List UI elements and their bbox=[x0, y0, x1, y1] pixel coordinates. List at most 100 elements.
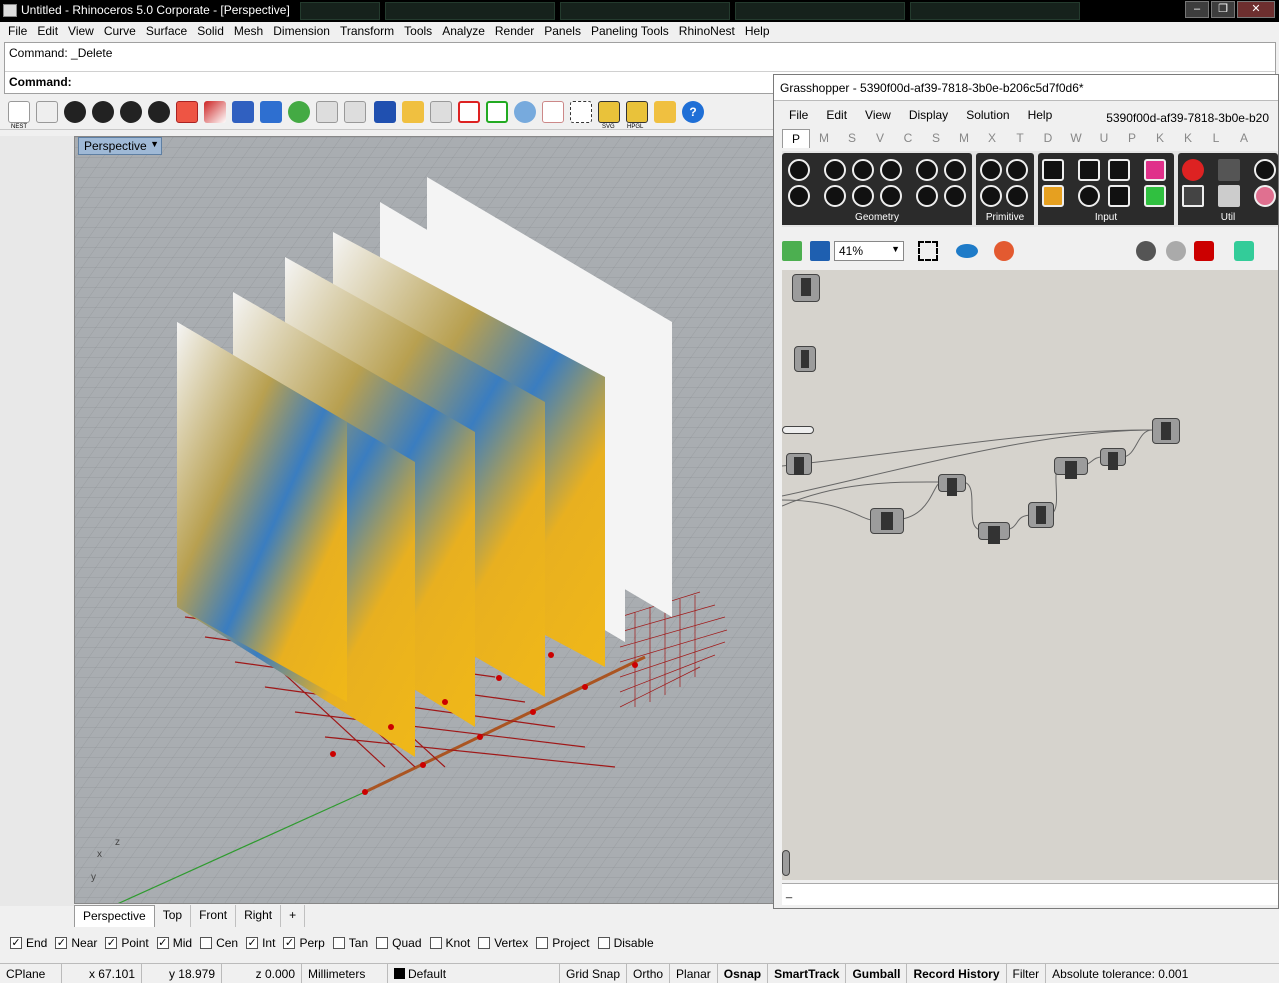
menu-panels[interactable]: Panels bbox=[539, 22, 586, 41]
gh-menu-display[interactable]: Display bbox=[900, 105, 957, 127]
gh-component[interactable] bbox=[1100, 448, 1126, 470]
filter-toggle[interactable]: Filter bbox=[1007, 964, 1047, 983]
checkbox-icon[interactable] bbox=[332, 937, 345, 949]
menu-view[interactable]: View bbox=[63, 22, 99, 41]
gh-tab-k1[interactable]: K bbox=[1146, 129, 1174, 148]
osnap-perp[interactable]: ✓ Perp bbox=[283, 936, 325, 950]
checkbox-icon[interactable]: ✓ bbox=[10, 937, 22, 949]
integer-param-icon[interactable] bbox=[1006, 159, 1028, 181]
checkbox-icon[interactable] bbox=[478, 937, 491, 949]
order-3-icon[interactable] bbox=[120, 101, 142, 123]
gh-component[interactable] bbox=[1054, 457, 1088, 479]
boolean-param-icon[interactable] bbox=[980, 159, 1002, 181]
chevron-down-icon[interactable]: ▼ bbox=[150, 139, 159, 149]
osnap-point[interactable]: ✓ Point bbox=[105, 936, 149, 950]
checkbox-icon[interactable]: ✓ bbox=[246, 937, 259, 949]
tab-front[interactable]: Front bbox=[191, 905, 237, 927]
brep-param-icon[interactable] bbox=[916, 185, 938, 207]
cplane-status[interactable]: CPlane bbox=[0, 964, 62, 983]
sphere-icon[interactable] bbox=[514, 101, 536, 123]
grasshopper-canvas[interactable] bbox=[782, 270, 1278, 880]
slider-icon[interactable] bbox=[1108, 159, 1130, 181]
gh-component[interactable] bbox=[1152, 418, 1180, 444]
line-param-icon[interactable] bbox=[788, 185, 810, 207]
nest-shapes-icon[interactable] bbox=[374, 101, 396, 123]
gh-tab-k2[interactable]: K bbox=[1174, 129, 1202, 148]
circle-param-icon[interactable] bbox=[824, 159, 846, 181]
osnap-project[interactable]: Project bbox=[536, 936, 590, 950]
arrow-right-icon[interactable] bbox=[1218, 159, 1240, 181]
menu-solid[interactable]: Solid bbox=[192, 22, 229, 41]
number-param-icon[interactable] bbox=[980, 185, 1002, 207]
gh-tab-display[interactable]: D bbox=[1034, 129, 1062, 148]
bake-icon[interactable] bbox=[1234, 241, 1254, 261]
menu-render[interactable]: Render bbox=[490, 22, 539, 41]
osnap-near[interactable]: ✓ Near bbox=[55, 936, 97, 950]
toggle-icon[interactable] bbox=[1078, 159, 1100, 181]
units-status[interactable]: Millimeters bbox=[302, 964, 388, 983]
arrow-outline-icon[interactable] bbox=[1218, 185, 1240, 207]
menu-mesh[interactable]: Mesh bbox=[229, 22, 268, 41]
gh-component[interactable] bbox=[938, 474, 966, 496]
viewport-title[interactable]: Perspective ▼ bbox=[78, 137, 162, 155]
checkbox-icon[interactable]: ✓ bbox=[156, 937, 169, 949]
frame-icon[interactable] bbox=[570, 101, 592, 123]
graph-icon[interactable] bbox=[1042, 185, 1064, 207]
checkbox-icon[interactable] bbox=[200, 937, 213, 949]
osnap-end[interactable]: ✓ End bbox=[10, 936, 47, 950]
order-2-icon[interactable] bbox=[92, 101, 114, 123]
value-list-icon[interactable] bbox=[1108, 185, 1130, 207]
gh-tab-l[interactable]: L bbox=[1202, 129, 1230, 148]
preview-selected-icon[interactable] bbox=[1194, 241, 1214, 261]
preview-shaded-icon[interactable] bbox=[1166, 241, 1186, 261]
osnap-mid[interactable]: ✓ Mid bbox=[156, 936, 192, 950]
input-group-label[interactable]: Input bbox=[1038, 211, 1174, 225]
menu-transform[interactable]: Transform bbox=[335, 22, 399, 41]
add-viewport-tab[interactable]: + bbox=[281, 905, 306, 927]
list-icon[interactable] bbox=[36, 101, 58, 123]
move-icon[interactable] bbox=[232, 101, 254, 123]
gh-tab-w[interactable]: W bbox=[1062, 129, 1090, 148]
gh-tab-p2[interactable]: P bbox=[1118, 129, 1146, 148]
arc-param-icon[interactable] bbox=[824, 185, 846, 207]
taskbar-tab[interactable] bbox=[735, 2, 905, 20]
help-icon[interactable]: ? bbox=[682, 101, 704, 123]
curves-icon[interactable] bbox=[316, 101, 338, 123]
primitive-group-label[interactable]: Primitive bbox=[976, 211, 1034, 225]
gh-component[interactable] bbox=[870, 508, 904, 534]
taskbar-tab[interactable] bbox=[560, 2, 730, 20]
menu-analyze[interactable]: Analyze bbox=[437, 22, 490, 41]
gh-tab-mesh[interactable]: M bbox=[950, 129, 978, 148]
gh-tab-curve[interactable]: C bbox=[894, 129, 922, 148]
import-icon[interactable] bbox=[1042, 159, 1064, 181]
gh-component[interactable] bbox=[792, 274, 820, 302]
record-history-toggle[interactable]: Record History bbox=[907, 964, 1007, 983]
cluster-icon[interactable] bbox=[1254, 159, 1276, 181]
checkbox-icon[interactable]: ✓ bbox=[55, 937, 68, 949]
save-hpgl-icon[interactable]: HPGL bbox=[626, 101, 648, 130]
perspective-viewport[interactable]: x y z bbox=[74, 136, 774, 904]
gh-component[interactable] bbox=[978, 522, 1010, 544]
gh-menu-view[interactable]: View bbox=[856, 105, 900, 127]
folder-icon[interactable] bbox=[402, 101, 424, 123]
chevron-down-icon[interactable]: ▼ bbox=[891, 244, 900, 254]
taskbar-tab[interactable] bbox=[385, 2, 555, 20]
osnap-knot[interactable]: Knot bbox=[429, 936, 470, 950]
rhino-app-icon[interactable] bbox=[3, 4, 17, 17]
osnap-toggle[interactable]: Osnap bbox=[718, 964, 769, 983]
save-svg-icon[interactable]: SVG bbox=[598, 101, 620, 130]
gh-tab-intersect[interactable]: X bbox=[978, 129, 1006, 148]
order-4-icon[interactable] bbox=[148, 101, 170, 123]
gear-green-icon[interactable] bbox=[288, 101, 310, 123]
planar-toggle[interactable]: Planar bbox=[670, 964, 718, 983]
tab-right[interactable]: Right bbox=[236, 905, 282, 927]
osnap-int[interactable]: ✓ Int bbox=[246, 936, 275, 950]
gh-component[interactable] bbox=[1028, 502, 1054, 528]
text-param-icon[interactable] bbox=[1006, 185, 1028, 207]
layer-status[interactable]: Default bbox=[388, 964, 560, 983]
grid-snap-toggle[interactable]: Grid Snap bbox=[560, 964, 628, 983]
osnap-tan[interactable]: Tan bbox=[332, 936, 368, 950]
field-param-icon[interactable] bbox=[944, 185, 966, 207]
menu-file[interactable]: File bbox=[3, 22, 32, 41]
viewport-scene[interactable] bbox=[75, 137, 774, 904]
